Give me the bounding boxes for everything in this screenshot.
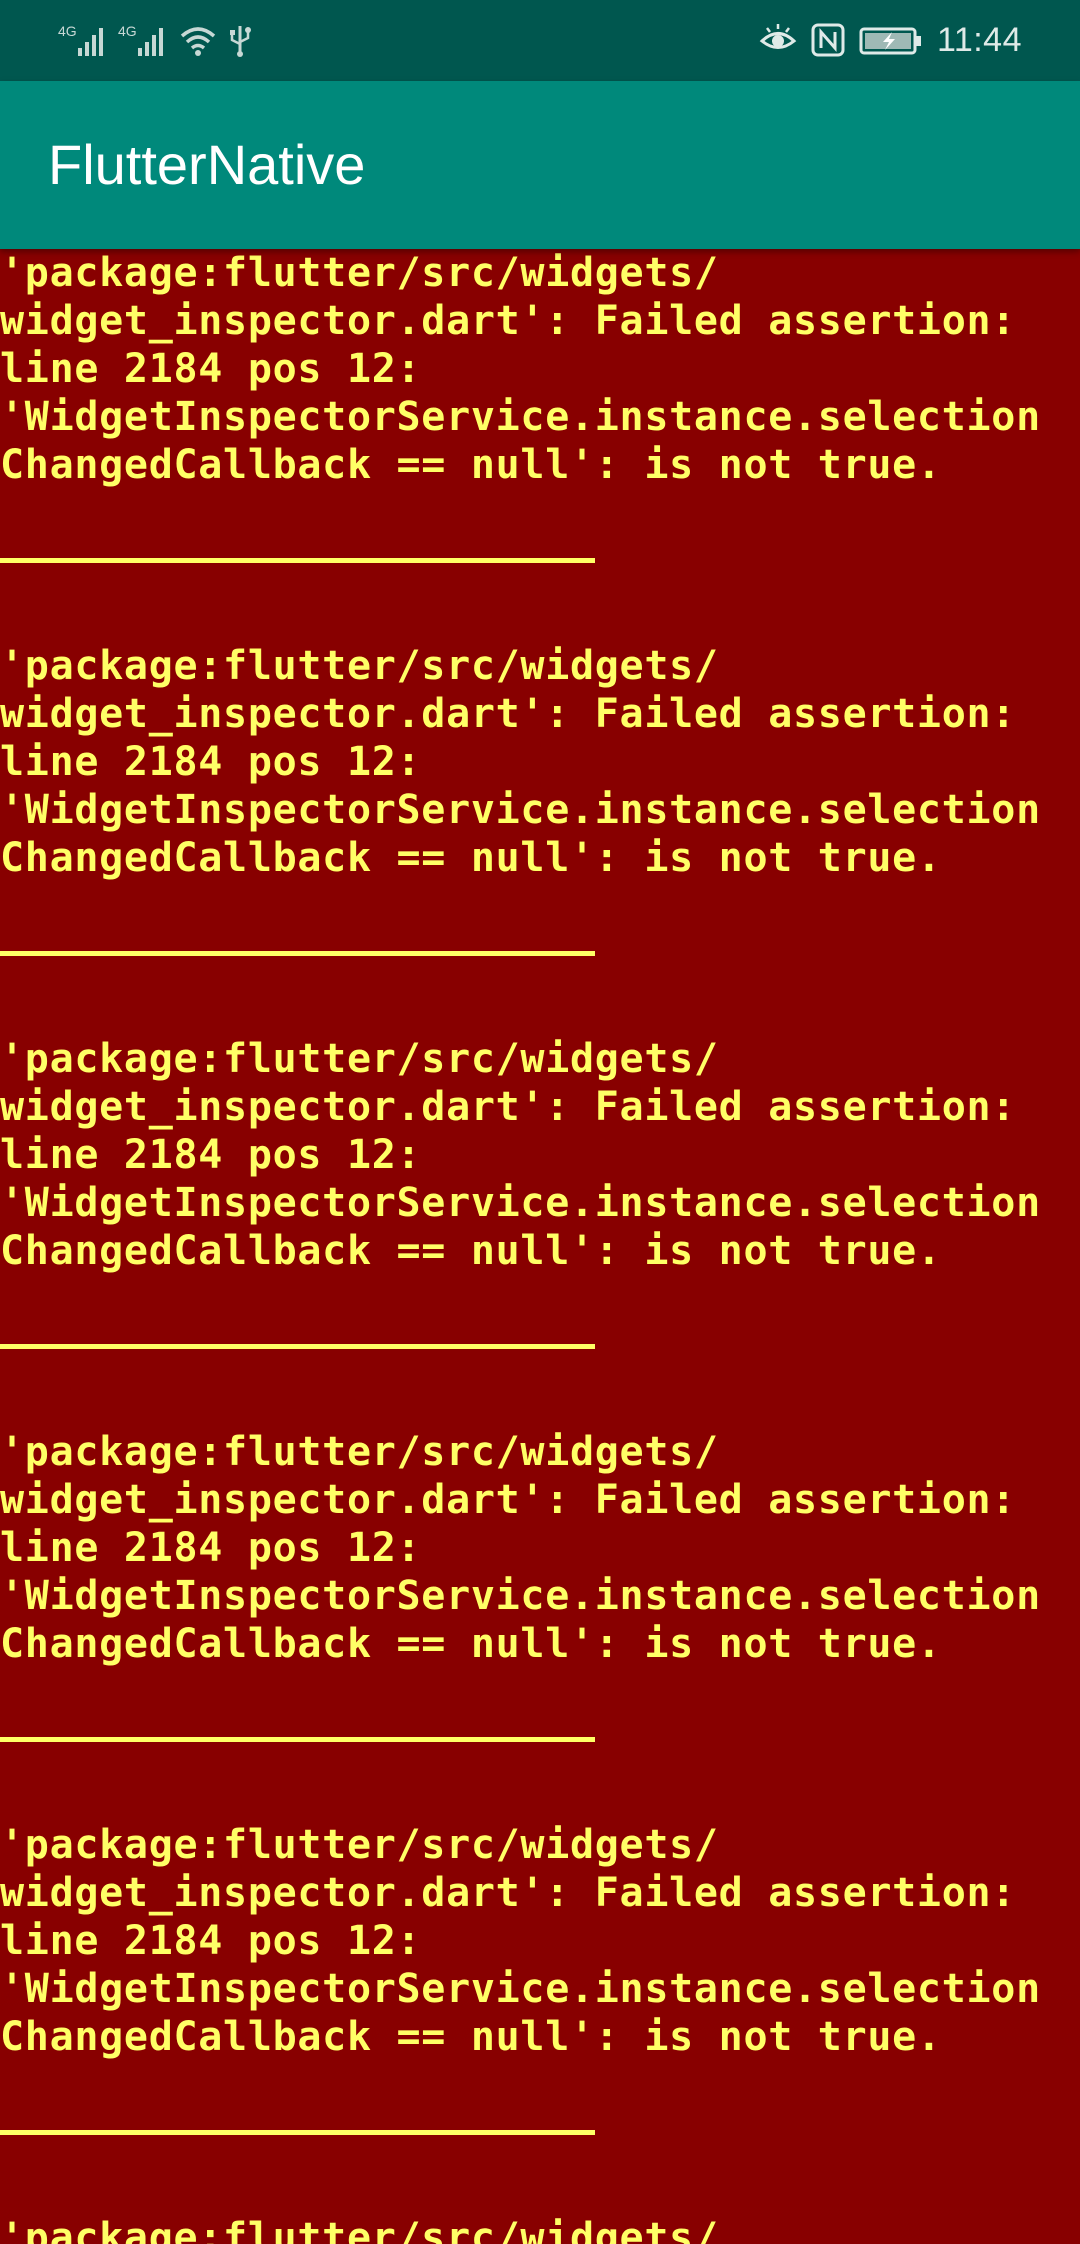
- error-message-block: 'package:flutter/src/widgets/widget_insp…: [0, 1035, 1080, 1275]
- error-message-block-partial: 'package:flutter/src/widgets/: [0, 2214, 1080, 2244]
- error-line: ChangedCallback == null': is not true.: [0, 442, 942, 488]
- error-line: line 2184 pos 12:: [0, 739, 422, 785]
- error-line: 'package:flutter/src/widgets/: [0, 2215, 719, 2244]
- error-line: widget_inspector.dart': Failed assertion…: [0, 691, 1017, 737]
- error-line: 'WidgetInspectorService.instance.selecti…: [0, 394, 1041, 440]
- error-line: 'WidgetInspectorService.instance.selecti…: [0, 1180, 1041, 1226]
- error-screen: 'package:flutter/src/widgets/widget_insp…: [0, 249, 1080, 2244]
- error-line: line 2184 pos 12:: [0, 346, 422, 392]
- usb-icon: [228, 22, 252, 58]
- status-time: 11:44: [936, 20, 1022, 59]
- error-line: 'package:flutter/src/widgets/: [0, 1429, 719, 1475]
- cellular-signal-icon: 4G: [118, 22, 168, 58]
- error-divider: [0, 558, 595, 563]
- error-divider: [0, 951, 595, 956]
- signal-2-label: 4G: [118, 23, 137, 39]
- battery-charging-icon: [859, 22, 923, 58]
- error-line: line 2184 pos 12:: [0, 1132, 422, 1178]
- status-bar: 4G 4G 11:44: [0, 0, 1080, 81]
- error-line: line 2184 pos 12:: [0, 1525, 422, 1571]
- error-message-block: 'package:flutter/src/widgets/widget_insp…: [0, 1821, 1080, 2061]
- error-line: ChangedCallback == null': is not true.: [0, 1621, 942, 1667]
- app-title: FlutterNative: [48, 133, 366, 196]
- error-line: 'package:flutter/src/widgets/: [0, 643, 719, 689]
- error-message-block: 'package:flutter/src/widgets/widget_insp…: [0, 1428, 1080, 1668]
- error-line: ChangedCallback == null': is not true.: [0, 2014, 942, 2060]
- error-line: 'WidgetInspectorService.instance.selecti…: [0, 1573, 1041, 1619]
- signal-1-label: 4G: [58, 23, 77, 39]
- error-line: 'package:flutter/src/widgets/: [0, 1036, 719, 1082]
- error-line: widget_inspector.dart': Failed assertion…: [0, 1084, 1017, 1130]
- error-line: 'package:flutter/src/widgets/: [0, 250, 719, 296]
- error-line: ChangedCallback == null': is not true.: [0, 1228, 942, 1274]
- error-line: line 2184 pos 12:: [0, 1918, 422, 1964]
- error-divider: [0, 1344, 595, 1349]
- eye-comfort-icon: [759, 22, 797, 58]
- cellular-signal-icon: 4G: [58, 22, 108, 58]
- error-line: 'package:flutter/src/widgets/: [0, 1822, 719, 1868]
- status-left-icons: 4G 4G: [58, 18, 252, 62]
- error-line: ChangedCallback == null': is not true.: [0, 835, 942, 881]
- status-right-icons: 11:44: [759, 18, 1022, 62]
- wifi-icon: [178, 22, 218, 58]
- error-line: widget_inspector.dart': Failed assertion…: [0, 1477, 1017, 1523]
- error-line: 'WidgetInspectorService.instance.selecti…: [0, 1966, 1041, 2012]
- error-line: 'WidgetInspectorService.instance.selecti…: [0, 787, 1041, 833]
- error-divider: [0, 1737, 595, 1742]
- error-line: widget_inspector.dart': Failed assertion…: [0, 298, 1017, 344]
- app-bar: FlutterNative: [0, 81, 1080, 249]
- error-message-block: 'package:flutter/src/widgets/widget_insp…: [0, 642, 1080, 882]
- error-divider: [0, 2130, 595, 2135]
- nfc-icon: [811, 22, 845, 58]
- error-message-block: 'package:flutter/src/widgets/widget_insp…: [0, 249, 1080, 489]
- error-line: widget_inspector.dart': Failed assertion…: [0, 1870, 1017, 1916]
